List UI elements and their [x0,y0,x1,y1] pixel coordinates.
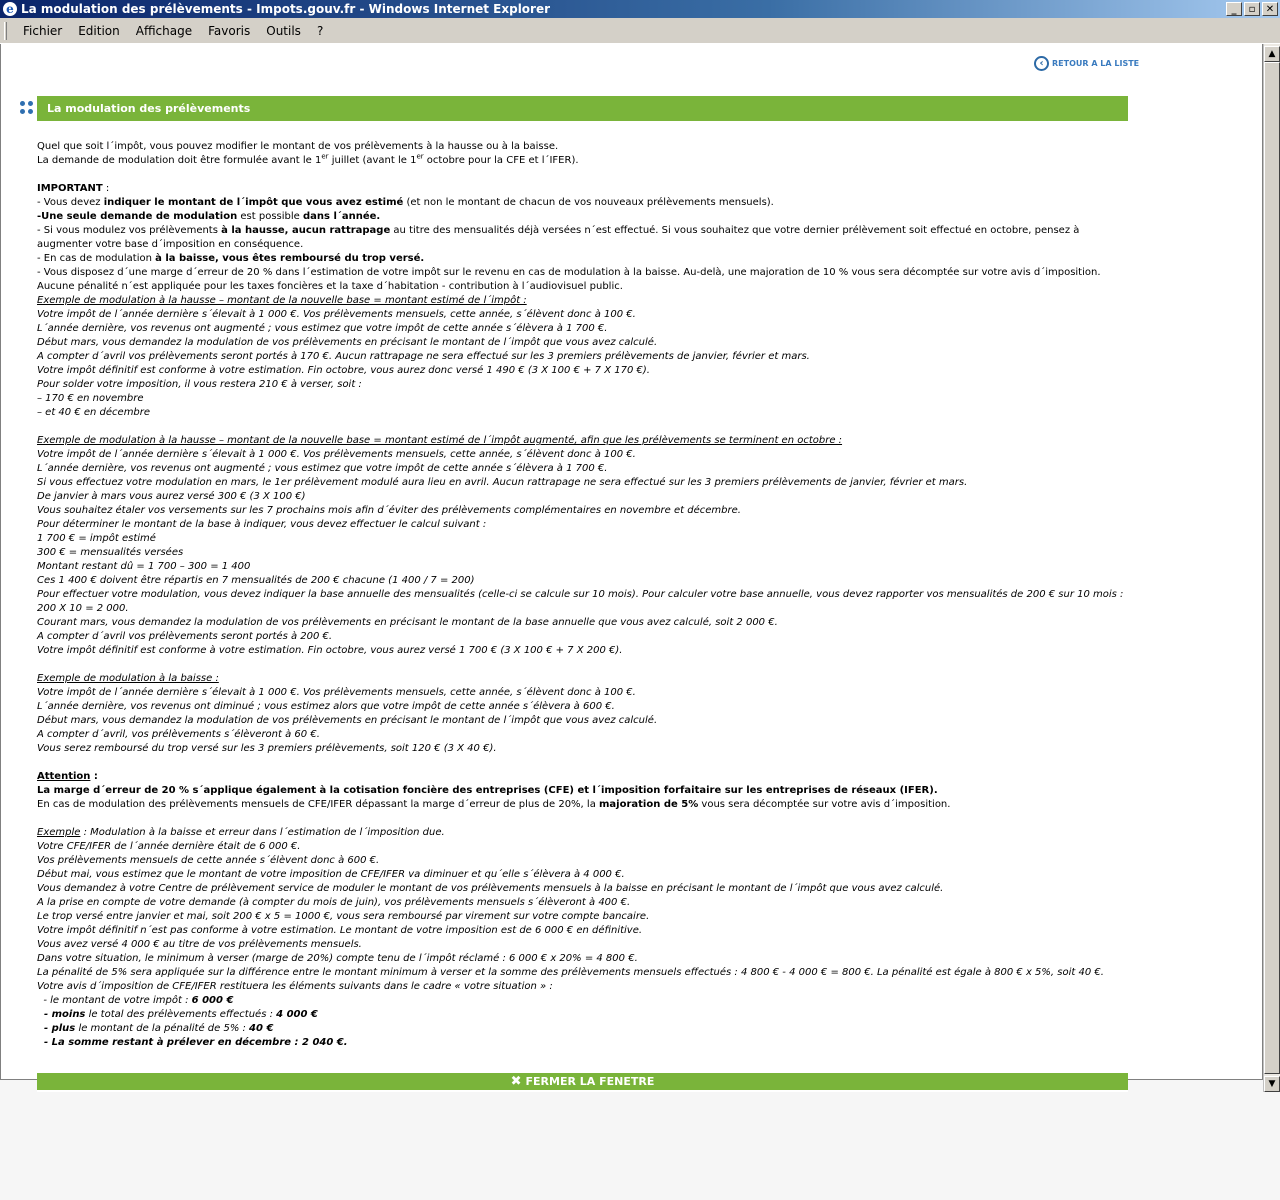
article-body: Quel que soit l´impôt, vous pouvez modif… [37,140,1129,1050]
maximize-button[interactable]: ▫ [1244,2,1260,16]
close-window-button[interactable]: ✖ FERMER LA FENETRE [37,1073,1128,1092]
page-title: La modulation des prélèvements [37,96,1128,121]
example-title: Exemple de modulation à la hausse – mont… [37,435,843,446]
example-line: Début mai, vous estimez que le montant d… [37,869,625,880]
menu-fichier[interactable]: Fichier [15,24,70,38]
example-line: Votre impôt définitif est conforme à vot… [37,645,623,656]
situation-line: - plus le montant de la pénalité de 5% :… [37,1023,274,1034]
vertical-scrollbar[interactable]: ▲ ▼ [1263,44,1280,1092]
example-line: L´année dernière, vos revenus ont augmen… [37,463,608,474]
close-x-icon: ✖ [510,1074,522,1089]
attention-line: En cas de modulation des prélèvements me… [37,799,951,810]
example-line: La pénalité de 5% sera appliquée sur la … [37,967,1104,978]
example-line: Vous avez versé 4 000 € au titre de vos … [37,939,362,950]
retour-liste-label: RETOUR A LA LISTE [1052,59,1140,68]
back-arrow-icon: ‹ [1034,56,1049,71]
example-line: Votre impôt définitif est conforme à vot… [37,365,650,376]
example-line: – 170 € en novembre [37,393,144,404]
menu-outils[interactable]: Outils [258,24,309,38]
example-line: A la prise en compte de votre demande (à… [37,897,631,908]
example-line: Si vous effectuez votre modulation en ma… [37,477,968,488]
important-point: - Vous devez indiquer le montant de l´im… [37,197,774,208]
situation-line: - le montant de votre impôt : 6 000 € [37,995,234,1006]
example-line: 300 € = mensualités versées [37,547,184,558]
situation-line: - moins le total des prélèvements effect… [37,1009,318,1020]
ie-icon: e [3,2,17,16]
example-line: Pour effectuer votre modulation, vous de… [37,589,1124,614]
window-title: La modulation des prélèvements - Impots.… [21,2,551,16]
example-line: L´année dernière, vos revenus ont augmen… [37,323,608,334]
important-point: - En cas de modulation à la baisse, vous… [37,253,425,264]
example-line: Votre avis d´imposition de CFE/IFER rest… [37,981,553,992]
example-line: – et 40 € en décembre [37,407,151,418]
example-line: L´année dernière, vos revenus ont diminu… [37,701,615,712]
section-dots-icon [20,101,34,115]
example-line: A compter d´avril vos prélèvements seron… [37,351,810,362]
window-titlebar: e La modulation des prélèvements - Impot… [0,0,1280,18]
toolbar-grip [4,21,7,40]
situation-line: - La somme restant à prélever en décembr… [37,1037,348,1048]
attention-line: La marge d´erreur de 20 % s´applique éga… [37,785,938,796]
example-title: Exemple : Modulation à la baisse et erre… [37,827,445,838]
example-line: 1 700 € = impôt estimé [37,533,156,544]
example-line: Vous souhaitez étaler vos versements sur… [37,505,741,516]
important-heading: IMPORTANT : [37,183,110,194]
example-line: Votre impôt de l´année dernière s´élevai… [37,449,636,460]
minimize-button[interactable]: _ [1226,2,1242,16]
example-line: Vous serez remboursé du trop versé sur l… [37,743,497,754]
menu-affichage[interactable]: Affichage [128,24,200,38]
intro-line: Quel que soit l´impôt, vous pouvez modif… [37,141,559,152]
example-line: Vos prélèvements mensuels de cette année… [37,855,380,866]
scroll-down-button[interactable]: ▼ [1264,1076,1280,1092]
important-point: - Si vous modulez vos prélèvements à la … [37,225,1080,250]
important-point: Aucune pénalité n´est appliquée pour les… [37,281,623,292]
retour-liste-link[interactable]: ‹ RETOUR A LA LISTE [1034,56,1139,71]
example-line: Votre CFE/IFER de l´année dernière était… [37,841,301,852]
scroll-thumb[interactable] [1264,62,1280,1074]
menubar: Fichier Edition Affichage Favoris Outils… [0,18,1280,44]
example-line: Votre impôt définitif n´est pas conforme… [37,925,643,936]
example-line: A compter d´avril, vos prélèvements s´él… [37,729,320,740]
example-line: Ces 1 400 € doivent être répartis en 7 m… [37,575,475,586]
example-line: A compter d´avril vos prélèvements seron… [37,631,333,642]
example-title: Exemple de modulation à la baisse : [37,673,219,684]
example-line: Courant mars, vous demandez la modulatio… [37,617,778,628]
intro-deadline: La demande de modulation doit être formu… [37,152,579,166]
close-window-label: FERMER LA FENETRE [525,1075,655,1088]
menu-edition[interactable]: Edition [70,24,128,38]
example-line: De janvier à mars vous aurez versé 300 €… [37,491,306,502]
example-line: Pour déterminer le montant de la base à … [37,519,487,530]
example-line: Votre impôt de l´année dernière s´élevai… [37,309,636,320]
example-title: Exemple de modulation à la hausse – mont… [37,295,527,306]
important-point: - Vous disposez d´une marge d´erreur de … [37,267,1101,278]
menu-favoris[interactable]: Favoris [200,24,258,38]
example-line: Montant restant dû = 1 700 – 300 = 1 400 [37,561,251,572]
example-line: Le trop versé entre janvier et mai, soit… [37,911,650,922]
menu-help[interactable]: ? [309,24,331,38]
important-point: -Une seule demande de modulation est pos… [37,211,381,222]
example-line: Dans votre situation, le minimum à verse… [37,953,638,964]
example-line: Votre impôt de l´année dernière s´élevai… [37,687,636,698]
example-line: Début mars, vous demandez la modulation … [37,337,658,348]
example-line: Pour solder votre imposition, il vous re… [37,379,362,390]
close-button[interactable]: ✕ [1262,2,1278,16]
scroll-up-button[interactable]: ▲ [1264,46,1280,62]
example-line: Début mars, vous demandez la modulation … [37,715,658,726]
attention-heading: Attention : [37,771,98,782]
example-line: Vous demandez à votre Centre de prélèvem… [37,883,944,894]
